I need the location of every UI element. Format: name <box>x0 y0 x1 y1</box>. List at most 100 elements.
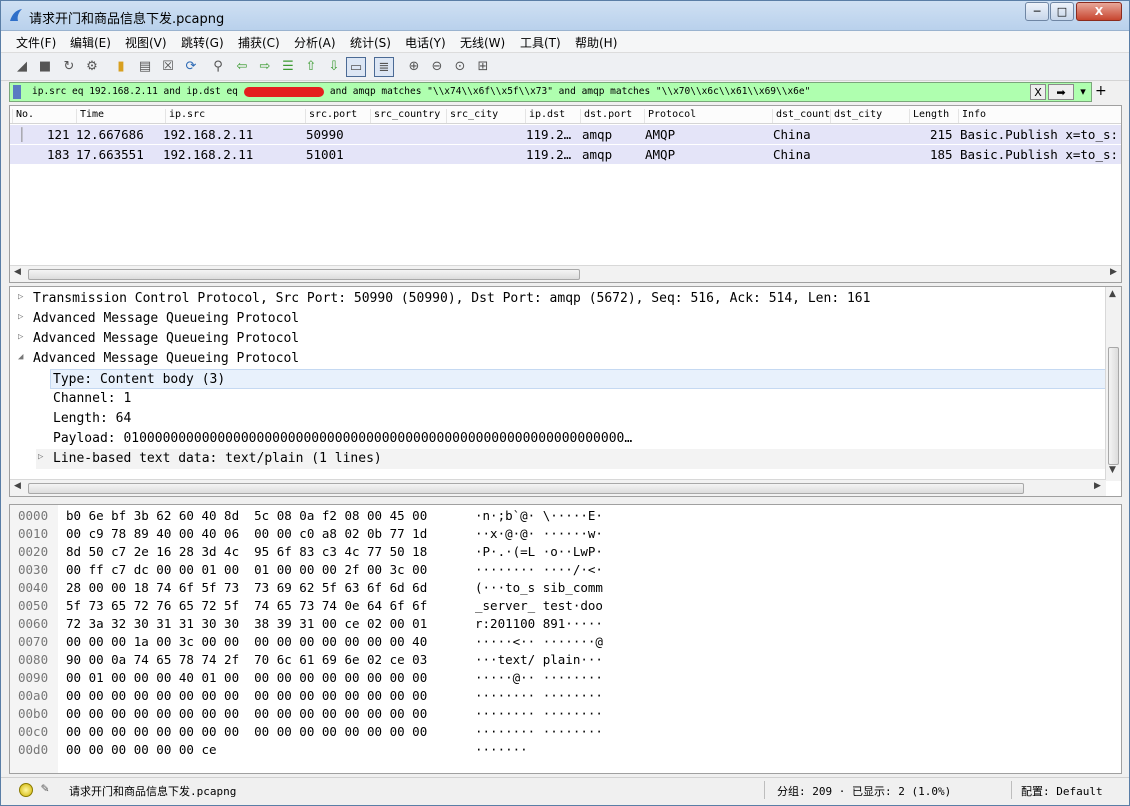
menu-file[interactable]: 文件(F) <box>16 34 56 51</box>
go-to-packet-icon[interactable]: ☰ <box>278 57 298 77</box>
menu-view[interactable]: 视图(V) <box>125 34 167 51</box>
packet-row[interactable]: 183 17.663551 192.168.2.11 51001 119.2… … <box>10 145 1121 165</box>
autoscroll-icon[interactable]: ▭ <box>346 57 366 77</box>
col-dst-country[interactable]: dst_count <box>772 109 830 123</box>
scroll-right-arrow-icon[interactable]: ▶ <box>1094 481 1101 491</box>
menu-telephony[interactable]: 电话(Y) <box>405 34 446 51</box>
status-separator <box>1011 781 1012 799</box>
first-packet-icon[interactable]: ⇧ <box>301 57 321 77</box>
hex-row[interactable]: 0080 90 00 0a 74 65 78 74 2f 70 6c 61 69 … <box>10 651 1110 669</box>
colorize-list-icon[interactable]: ≣ <box>374 57 394 77</box>
hex-row[interactable]: 0030 00 ff c7 dc 00 00 01 00 01 00 00 00 … <box>10 561 1110 579</box>
details-vscrollbar[interactable]: ▲ ▼ <box>1105 287 1121 481</box>
menu-edit[interactable]: 编辑(E) <box>70 34 111 51</box>
col-no[interactable]: No. <box>12 109 76 123</box>
menu-analyze[interactable]: 分析(A) <box>294 34 336 51</box>
find-packet-search-icon[interactable]: ⚲ <box>208 57 228 77</box>
packet-row[interactable]: │ 121 12.667686 192.168.2.11 50990 119.2… <box>10 125 1121 145</box>
maximize-button[interactable]: □ <box>1050 2 1074 21</box>
col-info[interactable]: Info <box>958 109 1121 123</box>
zoom-normal-icon[interactable]: ⊙ <box>450 57 470 77</box>
col-length[interactable]: Length <box>909 109 958 123</box>
go-forward-arrow-icon[interactable]: ⇨ <box>255 57 275 77</box>
capture-options-gear-icon[interactable]: ⚙ <box>82 57 102 77</box>
expand-arrow-icon[interactable]: ▷ <box>18 312 23 322</box>
menu-go[interactable]: 跳转(G) <box>181 34 224 51</box>
col-ip-dst[interactable]: ip.dst <box>525 109 580 123</box>
filter-dropdown-chevron-icon[interactable]: ▾ <box>1076 84 1090 100</box>
resize-columns-icon[interactable]: ⊞ <box>473 57 493 77</box>
scroll-thumb[interactable] <box>28 483 1024 494</box>
hex-row[interactable]: 0070 00 00 00 1a 00 3c 00 00 00 00 00 00 … <box>10 633 1110 651</box>
expand-arrow-icon[interactable]: ▷ <box>18 292 23 302</box>
hex-row[interactable]: 0060 72 3a 32 30 31 31 30 30 38 39 31 00 … <box>10 615 1110 633</box>
hex-row[interactable]: 0050 5f 73 65 72 76 65 72 5f 74 65 73 74 … <box>10 597 1110 615</box>
bookmark-icon[interactable] <box>13 85 21 99</box>
hex-row[interactable]: 0040 28 00 00 18 74 6f 5f 73 73 69 62 5f … <box>10 579 1110 597</box>
detail-row-payload[interactable]: Payload: 0100000000000000000000000000000… <box>10 429 1108 449</box>
hex-row[interactable]: 00c0 00 00 00 00 00 00 00 00 00 00 00 00 … <box>10 723 1110 741</box>
restart-capture-icon[interactable]: ↻ <box>59 57 79 77</box>
add-filter-button[interactable]: + <box>1095 83 1107 99</box>
col-time[interactable]: Time <box>76 109 165 123</box>
clear-filter-button[interactable]: X <box>1030 84 1046 100</box>
menu-statistics[interactable]: 统计(S) <box>350 34 391 51</box>
detail-row-amqp-expanded[interactable]: ◢ Advanced Message Queueing Protocol <box>10 349 1108 369</box>
menu-wireless[interactable]: 无线(W) <box>460 34 505 51</box>
close-file-icon[interactable]: ☒ <box>158 57 178 77</box>
display-filter-bar[interactable]: ip.src eq 192.168.2.11 and ip.dst eq and … <box>9 82 1092 102</box>
menu-help[interactable]: 帮助(H) <box>575 34 617 51</box>
scroll-thumb[interactable] <box>28 269 580 280</box>
detail-row-amqp[interactable]: ▷ Advanced Message Queueing Protocol <box>10 329 1108 349</box>
start-capture-fin-icon[interactable]: ◢ <box>12 57 32 77</box>
col-ip-src[interactable]: ip.src <box>165 109 305 123</box>
scroll-down-arrow-icon[interactable]: ▼ <box>1109 465 1116 475</box>
detail-row-amqp[interactable]: ▷ Advanced Message Queueing Protocol <box>10 309 1108 329</box>
packet-list-hscrollbar[interactable]: ◀ ▶ <box>10 265 1121 282</box>
menu-capture[interactable]: 捕获(C) <box>238 34 280 51</box>
menu-tools[interactable]: 工具(T) <box>520 34 561 51</box>
minimize-button[interactable]: ─ <box>1025 2 1049 21</box>
hex-row[interactable]: 00b0 00 00 00 00 00 00 00 00 00 00 00 00 … <box>10 705 1110 723</box>
hex-row[interactable]: 0020 8d 50 c7 2e 16 28 3d 4c 95 6f 83 c3 … <box>10 543 1110 561</box>
details-hscrollbar[interactable]: ◀ ▶ <box>10 479 1106 496</box>
zoom-out-icon[interactable]: ⊖ <box>427 57 447 77</box>
col-dst-port[interactable]: dst.port <box>580 109 644 123</box>
status-profile[interactable]: 配置: Default <box>1021 783 1103 799</box>
hex-row[interactable]: 0000 b0 6e bf 3b 62 60 40 8d 5c 08 0a f2 … <box>10 507 1110 525</box>
col-src-port[interactable]: src.port <box>305 109 370 123</box>
expert-info-led-icon[interactable] <box>19 783 33 797</box>
hex-row[interactable]: 00d0 00 00 00 00 00 00 ce ······· <box>10 741 1110 759</box>
detail-row-length[interactable]: Length: 64 <box>10 409 1108 429</box>
hex-row[interactable]: 0010 00 c9 78 89 40 00 40 06 00 00 c0 a8 … <box>10 525 1110 543</box>
apply-filter-button[interactable]: ➡ <box>1048 84 1074 100</box>
detail-row-type[interactable]: Type: Content body (3) <box>50 369 1106 389</box>
detail-row-tcp[interactable]: ▷ Transmission Control Protocol, Src Por… <box>10 289 1108 309</box>
detail-row-text-data[interactable]: ▷ Line-based text data: text/plain (1 li… <box>36 449 1106 469</box>
open-file-folder-icon[interactable]: ▮ <box>111 57 131 77</box>
go-back-arrow-icon[interactable]: ⇦ <box>232 57 252 77</box>
expand-arrow-icon[interactable]: ▷ <box>18 332 23 342</box>
stop-capture-icon[interactable]: ■ <box>35 57 55 77</box>
scroll-thumb[interactable] <box>1108 347 1119 465</box>
reload-file-icon[interactable]: ⟳ <box>181 57 201 77</box>
last-packet-icon[interactable]: ⇩ <box>324 57 344 77</box>
close-button[interactable]: X <box>1076 2 1122 21</box>
col-dst-city[interactable]: dst_city <box>830 109 909 123</box>
scroll-right-arrow-icon[interactable]: ▶ <box>1110 267 1117 277</box>
edit-comment-pencil-icon[interactable]: ✎ <box>41 781 49 796</box>
col-protocol[interactable]: Protocol <box>644 109 772 123</box>
scroll-left-arrow-icon[interactable]: ◀ <box>14 267 21 277</box>
hex-row[interactable]: 00a0 00 00 00 00 00 00 00 00 00 00 00 00 … <box>10 687 1110 705</box>
save-file-icon[interactable]: ▤ <box>135 57 155 77</box>
collapse-arrow-icon[interactable]: ◢ <box>18 352 23 362</box>
expand-arrow-icon[interactable]: ▷ <box>38 452 43 462</box>
detail-row-channel[interactable]: Channel: 1 <box>10 389 1108 409</box>
scroll-up-arrow-icon[interactable]: ▲ <box>1109 289 1116 299</box>
scroll-left-arrow-icon[interactable]: ◀ <box>14 481 21 491</box>
display-filter-input[interactable]: ip.src eq 192.168.2.11 and ip.dst eq and … <box>32 86 810 97</box>
zoom-in-icon[interactable]: ⊕ <box>404 57 424 77</box>
col-src-city[interactable]: src_city <box>446 109 525 123</box>
hex-row[interactable]: 0090 00 01 00 00 00 40 01 00 00 00 00 00 … <box>10 669 1110 687</box>
col-src-country[interactable]: src_country <box>370 109 446 123</box>
